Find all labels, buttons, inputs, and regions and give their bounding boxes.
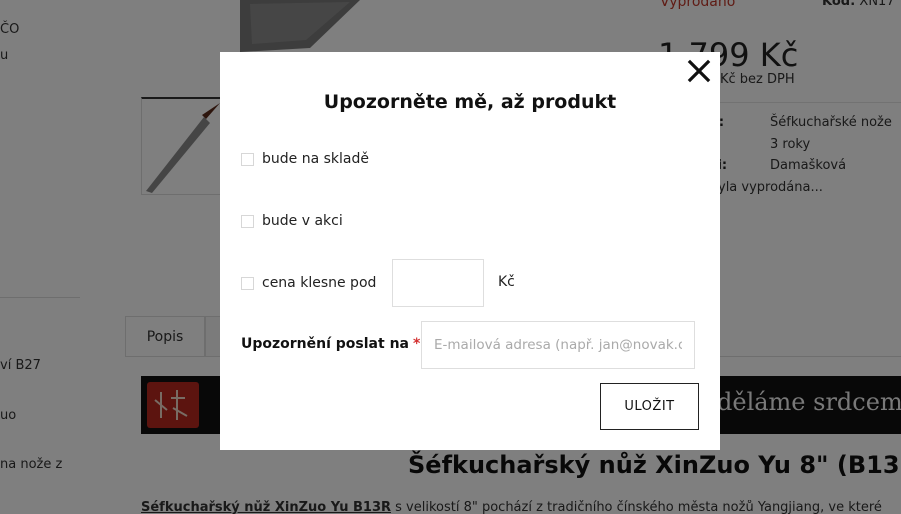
modal-title: Upozorněte mě, až produkt bbox=[323, 91, 617, 113]
notify-email-label-text: Upozornění poslat na bbox=[241, 336, 409, 352]
on-sale-checkbox[interactable] bbox=[241, 214, 254, 228]
in-stock-checkbox[interactable] bbox=[241, 152, 254, 166]
price-drop-label: cena klesne pod bbox=[262, 275, 377, 291]
required-marker: * bbox=[412, 336, 421, 352]
currency-label: Kč bbox=[498, 274, 515, 290]
price-drop-checkbox[interactable] bbox=[241, 276, 254, 290]
save-button[interactable]: ULOŽIT bbox=[600, 383, 699, 430]
option-in-stock[interactable]: bude na skladě bbox=[241, 149, 369, 169]
price-threshold-input[interactable] bbox=[392, 259, 484, 307]
close-button[interactable] bbox=[686, 58, 712, 84]
notify-modal: Upozorněte mě, až produkt bude na skladě… bbox=[220, 52, 720, 450]
option-price-drop[interactable]: cena klesne pod bbox=[241, 273, 376, 293]
close-icon bbox=[687, 59, 711, 83]
in-stock-label: bude na skladě bbox=[262, 151, 369, 167]
email-input[interactable] bbox=[421, 321, 695, 369]
on-sale-label: bude v akci bbox=[262, 213, 343, 229]
option-on-sale[interactable]: bude v akci bbox=[241, 211, 343, 231]
notify-email-label: Upozornění poslat na * bbox=[241, 336, 420, 352]
